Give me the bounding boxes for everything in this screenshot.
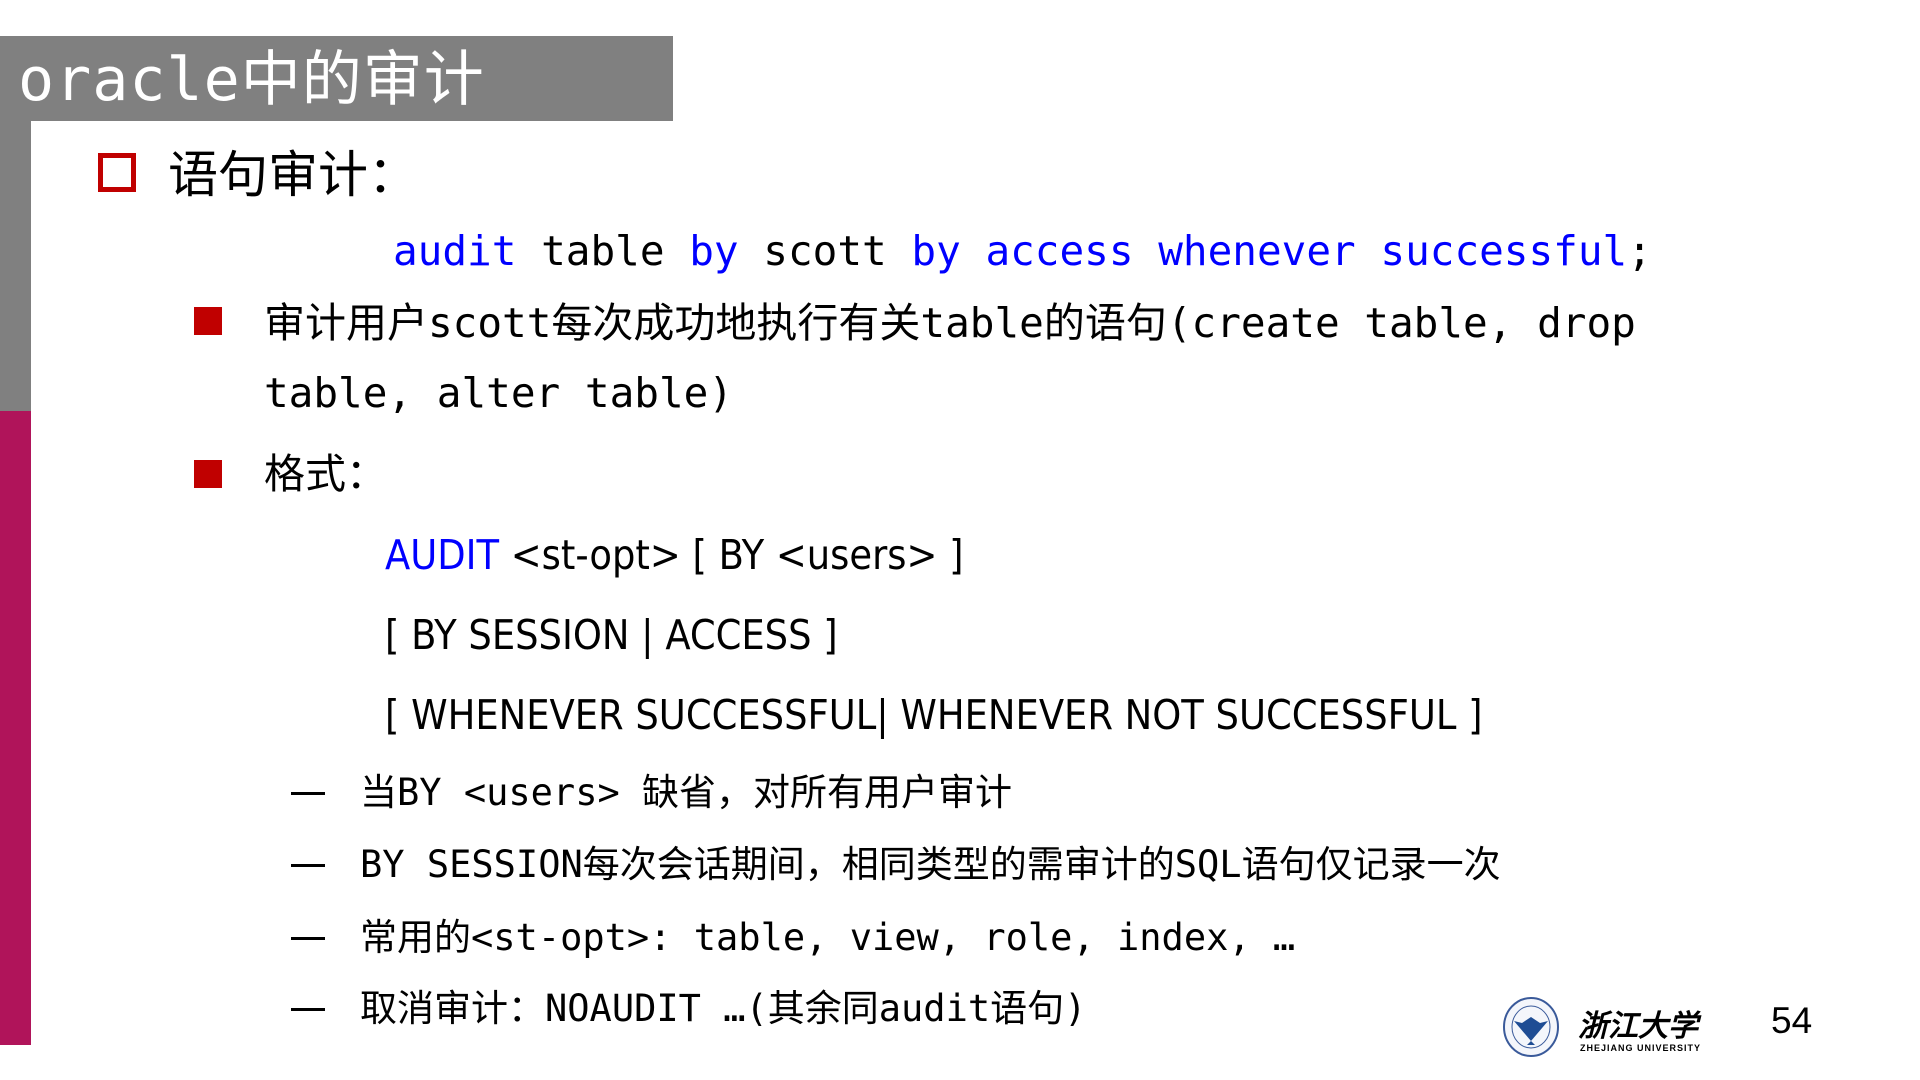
note-item: 当BY <users> 缺省，对所有用户审计 — [360, 771, 1013, 814]
left-gray-strip — [0, 121, 31, 411]
dash-bullet-icon — [291, 864, 325, 867]
university-logo: 浙江大学 ZHEJIANG UNIVERSITY — [1500, 995, 1740, 1059]
format-line: AUDIT <st-opt> [ BY <users> ] — [385, 530, 963, 580]
hollow-square-bullet-icon — [98, 153, 136, 192]
university-name-cn: 浙江大学 — [1578, 1009, 1698, 1044]
university-emblem-icon — [1503, 997, 1559, 1057]
format-heading: 格式： — [264, 450, 387, 498]
format-line-rest: [ WHENEVER SUCCESSFUL| WHENEVER NOT SUCC… — [385, 691, 1483, 739]
slide-title: oracle中的审计 — [18, 45, 485, 115]
filled-square-bullet-icon — [194, 460, 222, 488]
example-text-table: table — [516, 227, 690, 275]
university-name-en: ZHEJIANG UNIVERSITY — [1580, 1043, 1702, 1053]
page-number: 54 — [1771, 1000, 1813, 1041]
example-statement: audit table by scott by access whenever … — [393, 226, 1652, 276]
format-keyword-audit: AUDIT — [385, 531, 500, 579]
example-keyword-by: by — [689, 227, 739, 275]
example-keyword-tail: by access whenever successful — [911, 227, 1628, 275]
filled-square-bullet-icon — [194, 307, 222, 335]
note-item: 常用的<st-opt>: table, view, role, index, … — [360, 916, 1296, 959]
dash-bullet-icon — [291, 937, 325, 940]
section-heading: 语句审计： — [168, 146, 418, 204]
format-line-rest: <st-opt> [ BY <users> ] — [499, 531, 964, 579]
example-keyword-audit: audit — [393, 227, 517, 275]
bullet-text-line1: 审计用户scott每次成功地执行有关table的语句(create table,… — [264, 299, 1636, 347]
format-line: [ WHENEVER SUCCESSFUL| WHENEVER NOT SUCC… — [385, 690, 1483, 740]
note-item: 取消审计：NOAUDIT …(其余同audit语句) — [360, 987, 1087, 1030]
dash-bullet-icon — [291, 1008, 325, 1011]
example-text-scott: scott — [738, 227, 912, 275]
format-line: [ BY SESSION | ACCESS ] — [385, 610, 838, 660]
note-item: BY SESSION每次会话期间，相同类型的需审计的SQL语句仅记录一次 — [360, 843, 1501, 886]
example-semicolon: ; — [1627, 227, 1652, 275]
bullet-text-line2: table, alter table) — [264, 369, 733, 417]
dash-bullet-icon — [291, 792, 325, 795]
format-line-rest: [ BY SESSION | ACCESS ] — [385, 611, 838, 659]
left-accent-strip — [0, 411, 31, 1045]
